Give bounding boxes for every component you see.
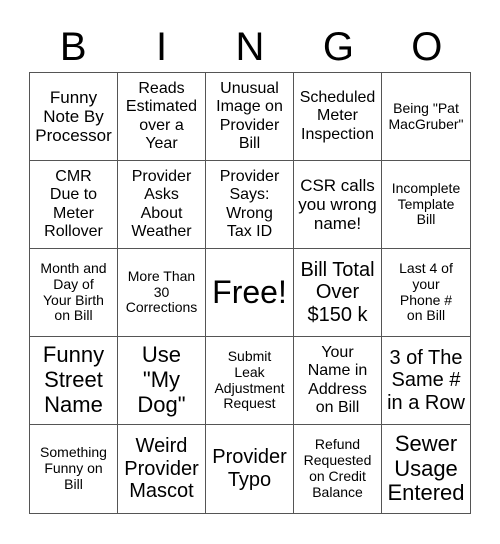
bingo-cell-text: Funny Note By Processor	[35, 87, 112, 146]
bingo-cell[interactable]: Reads Estimated over a Year	[118, 73, 206, 161]
bingo-cell[interactable]: 3 of The Same # in a Row	[382, 337, 470, 425]
bingo-cell[interactable]: More Than 30 Corrections	[118, 249, 206, 337]
bingo-cell-free[interactable]: Free!	[206, 249, 294, 337]
bingo-cell[interactable]: Month and Day of Your Birth on Bill	[30, 249, 118, 337]
title-letter-b: B	[59, 25, 87, 69]
bingo-title: B I N G O	[29, 22, 471, 72]
bingo-cell-text: Funny Street Name	[42, 342, 105, 417]
bingo-cell-text: Scheduled Meter Inspection	[299, 89, 376, 143]
bingo-cell[interactable]: Submit Leak Adjustment Request	[206, 337, 294, 425]
bingo-cell-text: Last 4 of your Phone # on Bill	[399, 259, 453, 324]
bingo-cell[interactable]: Use "My Dog"	[118, 337, 206, 425]
bingo-cell-text: Free!	[212, 274, 287, 311]
bingo-cell-text: CSR calls you wrong name!	[298, 175, 377, 234]
bingo-cell[interactable]: Something Funny on Bill	[30, 425, 118, 513]
bingo-cell-text: Incomplete Template Bill	[391, 179, 461, 228]
bingo-cell[interactable]: Bill Total Over $150 k	[294, 249, 382, 337]
bingo-cell-text: 3 of The Same # in a Row	[387, 346, 465, 414]
bingo-cell[interactable]: Sewer Usage Entered	[382, 425, 470, 513]
bingo-cell[interactable]: CMR Due to Meter Rollover	[30, 161, 118, 249]
bingo-cell[interactable]: Your Name in Address on Bill	[294, 337, 382, 425]
bingo-cell[interactable]: Being "Pat MacGruber"	[382, 73, 470, 161]
bingo-cell-text: CMR Due to Meter Rollover	[44, 168, 103, 240]
bingo-cell-text: Your Name in Address on Bill	[307, 344, 368, 416]
bingo-cell[interactable]: Provider Says: Wrong Tax ID	[206, 161, 294, 249]
title-letter-n: N	[235, 25, 265, 69]
bingo-cell[interactable]: Refund Requested on Credit Balance	[294, 425, 382, 513]
bingo-cell-text: Being "Pat MacGruber"	[388, 99, 464, 132]
bingo-cell-text: Refund Requested on Credit Balance	[303, 436, 372, 500]
bingo-cell[interactable]: Unusual Image on Provider Bill	[206, 73, 294, 161]
bingo-cell-text: Something Funny on Bill	[40, 444, 107, 492]
bingo-cell[interactable]: Incomplete Template Bill	[382, 161, 470, 249]
bingo-cell-text: Provider Says: Wrong Tax ID	[219, 168, 280, 240]
bingo-cell[interactable]: Weird Provider Mascot	[118, 425, 206, 513]
bingo-board: Funny Note By Processor Reads Estimated o…	[29, 72, 471, 514]
bingo-cell-text: Provider Typo	[212, 446, 287, 491]
bingo-cell-text: Month and Day of Your Birth on Bill	[40, 259, 107, 324]
bingo-cell-text: Reads Estimated over a Year	[125, 80, 198, 152]
bingo-cell[interactable]: Provider Asks About Weather	[118, 161, 206, 249]
bingo-cell[interactable]: Provider Typo	[206, 425, 294, 513]
bingo-cell-text: Sewer Usage Entered	[387, 430, 465, 506]
bingo-cell-text: Weird Provider Mascot	[124, 435, 199, 503]
bingo-cell-text: Bill Total Over $150 k	[300, 258, 375, 326]
bingo-cell-text: Unusual Image on Provider Bill	[216, 80, 283, 152]
bingo-cell[interactable]: Scheduled Meter Inspection	[294, 73, 382, 161]
title-letter-o: O	[411, 25, 443, 69]
title-letter-g: G	[322, 25, 354, 69]
bingo-cell[interactable]: Funny Street Name	[30, 337, 118, 425]
title-letter-i: I	[156, 25, 168, 69]
bingo-cell-text: Submit Leak Adjustment Request	[214, 347, 285, 412]
bingo-cell[interactable]: Last 4 of your Phone # on Bill	[382, 249, 470, 337]
bingo-cell[interactable]: Funny Note By Processor	[30, 73, 118, 161]
bingo-cell-text: More Than 30 Corrections	[125, 267, 198, 316]
bingo-cell-text: Use "My Dog"	[137, 342, 186, 417]
bingo-cell[interactable]: CSR calls you wrong name!	[294, 161, 382, 249]
bingo-cell-text: Provider Asks About Weather	[131, 168, 192, 240]
